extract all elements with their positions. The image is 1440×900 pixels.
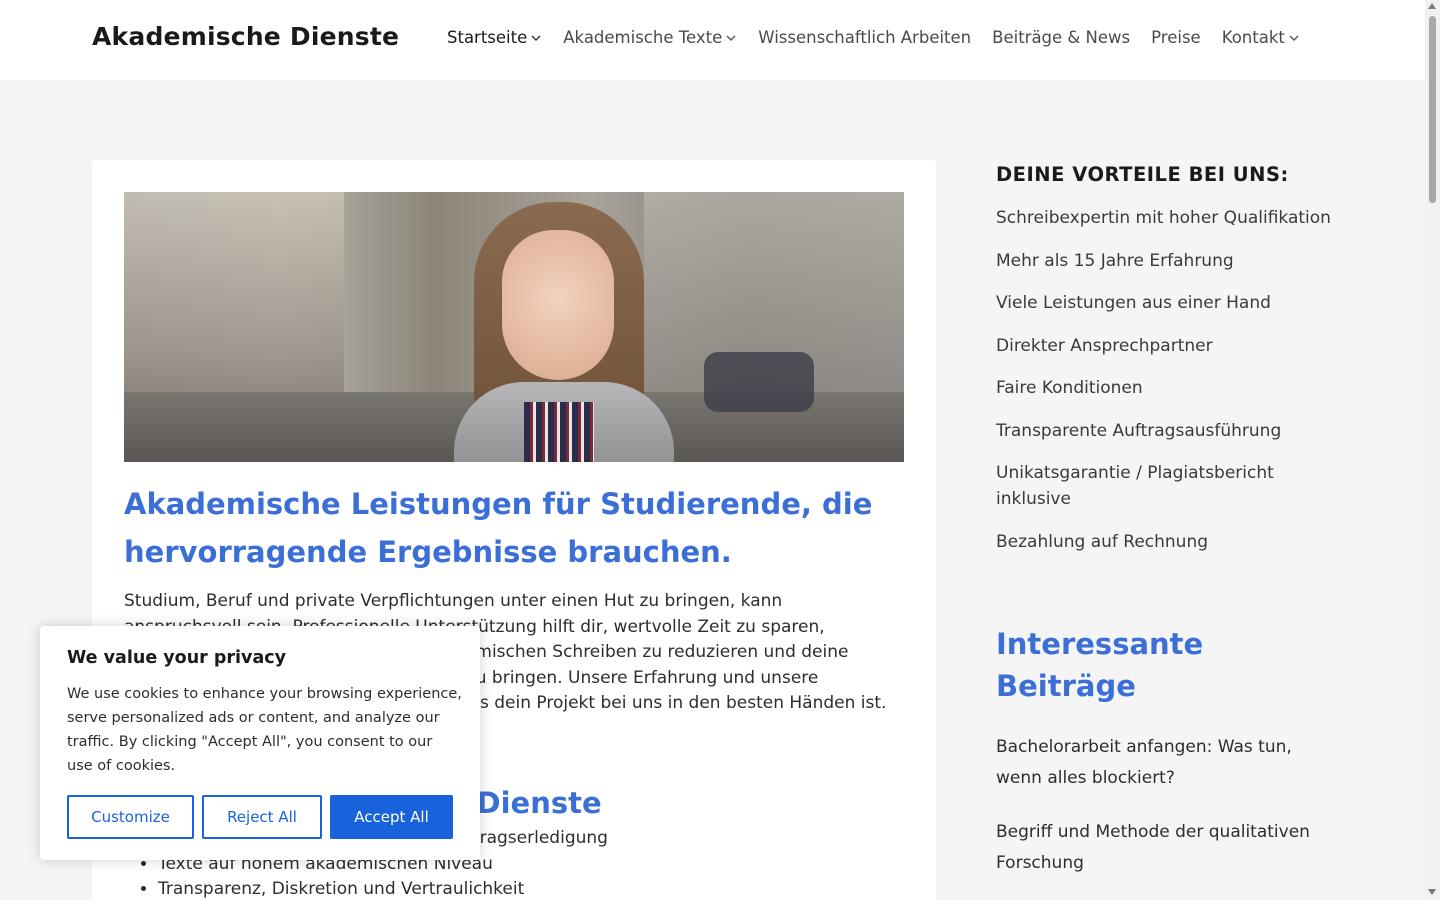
post-link[interactable]: Begriff und Methode der qualitativen For… [996, 817, 1326, 879]
post-link[interactable]: Bachelorarbeit anfangen: Was tun, wenn a… [996, 732, 1326, 794]
nav-item-kontakt[interactable]: Kontakt [1222, 28, 1300, 47]
list-item: Unikatsgarantie / Plagiatsbericht inklus… [996, 463, 1274, 509]
site-header: Akademische Dienste Startseite Akademisc… [0, 0, 1425, 80]
nav-item-label: Preise [1151, 28, 1201, 47]
list-item: Viele Leistungen aus einer Hand [996, 293, 1271, 313]
nav-item-label: Kontakt [1221, 28, 1285, 47]
list-item: Faire Konditionen [996, 378, 1143, 398]
posts-list: Bachelorarbeit anfangen: Was tun, wenn a… [996, 732, 1326, 900]
list-item: Mehr als 15 Jahre Erfahrung [996, 250, 1234, 271]
nav-item-beitraege-news[interactable]: Beiträge & News [992, 28, 1130, 47]
chevron-down-icon [726, 35, 736, 41]
scroll-down-arrow-icon[interactable] [1428, 889, 1436, 895]
customize-button[interactable]: Customize [67, 795, 194, 839]
chevron-down-icon [531, 35, 541, 41]
cookie-banner-title: We value your privacy [67, 648, 287, 668]
list-item: Direkter Ansprechpartner [996, 335, 1213, 356]
posts-heading: Interessante Beiträge [996, 627, 1204, 703]
site-logo[interactable]: Akademische Dienste [92, 22, 399, 51]
cookie-consent-banner: We value your privacy We use cookies to … [40, 626, 480, 860]
nav-item-label: Beiträge & News [992, 28, 1131, 47]
page-scrollbar[interactable] [1425, 0, 1440, 900]
scroll-up-arrow-icon[interactable] [1428, 3, 1436, 9]
scrollbar-thumb[interactable] [1429, 16, 1436, 203]
list-item: Transparenz, Diskretion und Vertraulichk… [158, 877, 608, 900]
main-nav: Startseite Akademische Texte Wissenschaf… [447, 28, 1321, 47]
nav-item-preise[interactable]: Preise [1151, 28, 1201, 47]
hero-image [124, 192, 904, 462]
chevron-down-icon [1289, 35, 1299, 41]
nav-item-label: Akademische Texte [563, 28, 723, 47]
page-title: Akademische Leistungen für Studierende, … [124, 487, 873, 569]
nav-item-wissenschaftlich-arbeiten[interactable]: Wissenschaftlich Arbeiten [758, 28, 971, 47]
nav-item-label: Wissenschaftlich Arbeiten [758, 28, 972, 47]
cookie-banner-text: We use cookies to enhance your browsing … [67, 686, 462, 774]
nav-item-label: Startseite [447, 28, 528, 47]
list-item: Transparente Auftragsausführung [996, 420, 1282, 441]
list-item: Schreibexpertin mit hoher Qualifikation [996, 208, 1331, 228]
benefits-heading: DEINE VORTEILE BEI UNS: [996, 163, 1289, 186]
nav-item-startseite[interactable]: Startseite [447, 28, 542, 47]
accept-all-button[interactable]: Accept All [330, 795, 453, 839]
nav-item-akademische-texte[interactable]: Akademische Texte [563, 28, 737, 47]
benefits-list: Schreibexpertin mit hoher Qualifikation … [996, 205, 1336, 571]
list-item: Bezahlung auf Rechnung [996, 531, 1209, 552]
reject-all-button[interactable]: Reject All [202, 795, 322, 839]
